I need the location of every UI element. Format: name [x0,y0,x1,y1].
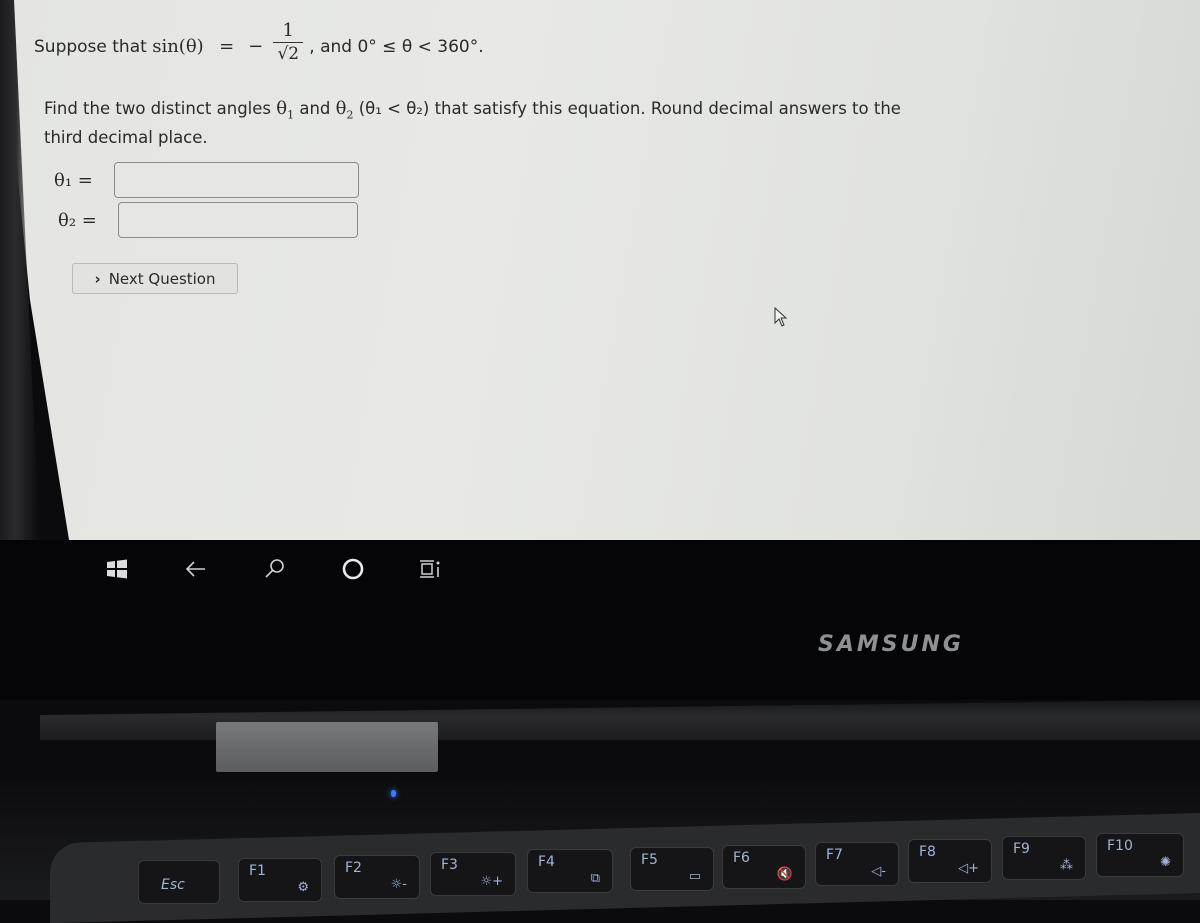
minus-sign: − [248,36,264,57]
key-f3[interactable]: F3 ☼+ [430,852,516,896]
mouse-cursor-icon [774,307,788,327]
key-label: F10 [1107,838,1133,854]
samsung-logo: SAMSUNG [818,632,964,657]
question-condition: , and 0° ≤ θ < 360°. [309,36,484,57]
key-f1[interactable]: F1 ⚙ [238,858,322,902]
fraction-denominator: √2 [277,44,300,64]
key-label: F2 [345,860,362,876]
theta2-label: θ₂ = [58,209,97,231]
key-label: F1 [249,863,266,879]
key-f8[interactable]: F8 ◁+ [908,839,992,883]
hinge-plate [216,722,438,772]
question-statement: Suppose that sin(θ) = − 1 √2 , and 0° ≤ … [34,20,484,69]
key-label: F3 [441,857,458,873]
theta1-symbol: θ1 [276,98,295,122]
equals-sign: = [219,36,235,57]
theta2-symbol: θ2 [335,98,354,122]
key-f2[interactable]: F2 ☼- [334,855,420,899]
fraction: 1 √2 [273,20,304,65]
key-label: F5 [641,852,658,868]
key-label: F7 [826,847,843,863]
theta1-label: θ₁ = [54,169,93,191]
key-f5[interactable]: F5 ▭ [630,847,714,891]
key-f10[interactable]: F10 ✺ [1096,833,1184,877]
volume-up-icon: ◁+ [958,861,979,876]
brightness-up-icon: ☼+ [480,874,503,889]
key-f4[interactable]: F4 ⧉ [527,849,613,893]
cortana-circle-icon[interactable] [340,556,366,582]
instruction-text: Find the two distinct angles [44,99,277,118]
back-arrow-icon[interactable] [183,556,209,582]
laptop-hinge [40,700,1200,740]
sin-theta: sin(θ) [152,36,204,57]
volume-down-icon: ◁- [871,864,886,879]
instruction-and: and [294,99,336,118]
theta1-input[interactable] [114,162,359,198]
key-f9[interactable]: F9 ⁂ [1002,836,1086,880]
brightness-down-icon: ☼- [390,877,407,892]
key-label: F9 [1013,841,1030,857]
power-led [391,790,396,797]
question-intro: Suppose that [34,36,147,57]
theta2-input[interactable] [118,202,358,238]
answer-row-1: θ₁ = [54,162,359,198]
key-label: F6 [733,850,750,866]
key-f7[interactable]: F7 ◁- [815,842,899,886]
windows-start-icon[interactable] [104,556,130,582]
display-switch-icon: ⧉ [590,871,600,886]
performance-mode-icon: ✺ [1160,855,1171,870]
mute-icon: 🔇 [776,867,793,882]
answer-row-2: θ₂ = [58,202,358,238]
task-view-icon[interactable] [418,556,444,582]
next-question-label: Next Question [108,269,216,288]
key-esc[interactable]: Esc [138,860,220,904]
settings-gear-icon: ⚙ [297,880,309,895]
keyboard-backlight-icon: ⁂ [1060,858,1073,873]
touchpad-toggle-icon: ▭ [688,869,701,884]
screen-bezel [0,540,1200,700]
key-label: F8 [919,844,936,860]
question-instruction: Find the two distinct angles θ1 and θ2 (… [44,98,924,149]
key-label: F4 [538,854,555,870]
key-f6[interactable]: F6 🔇 [722,845,806,889]
screen: Suppose that sin(θ) = − 1 √2 , and 0° ≤ … [0,0,1200,543]
search-icon[interactable] [262,556,288,582]
key-label: Esc [161,877,185,893]
chevron-right-icon: › [94,269,101,288]
fraction-numerator: 1 [282,20,294,41]
next-question-button[interactable]: › Next Question [72,263,238,294]
